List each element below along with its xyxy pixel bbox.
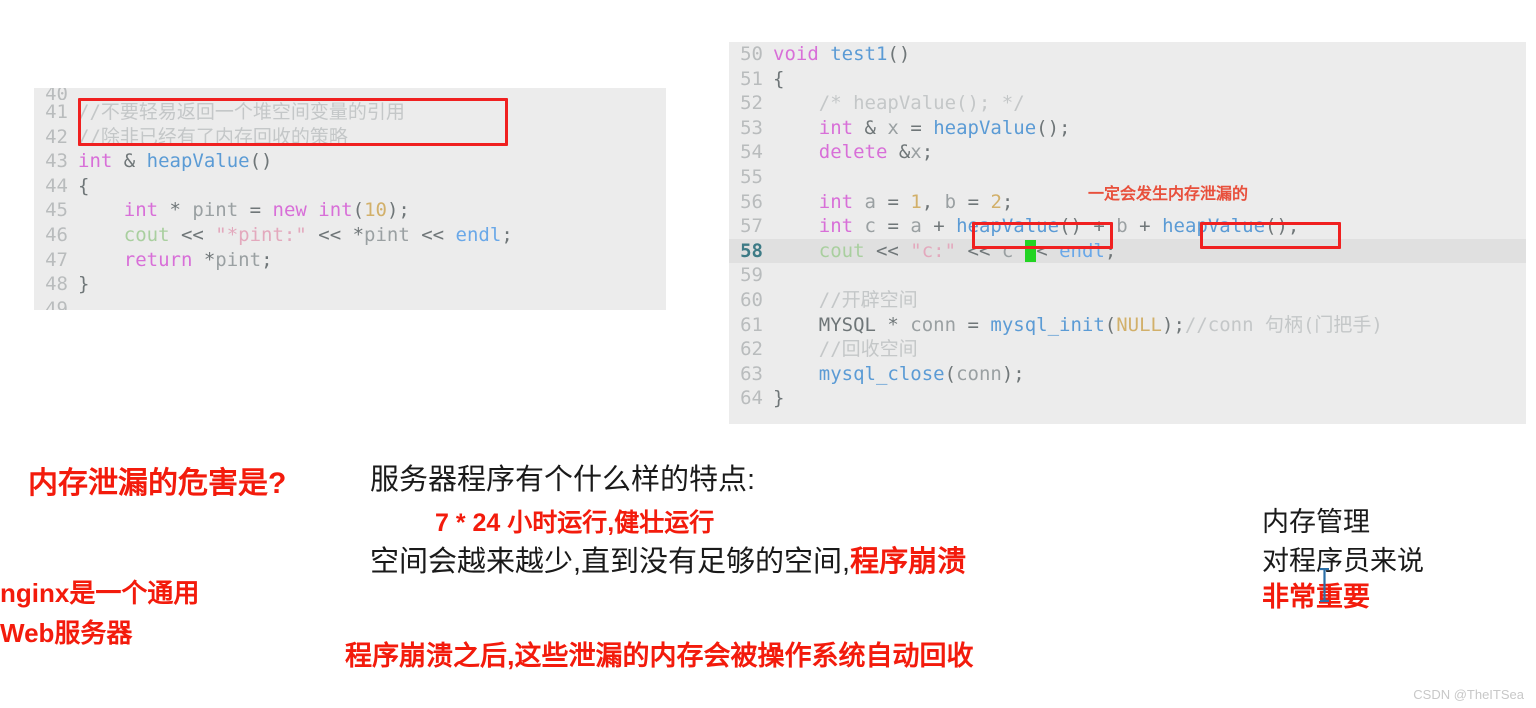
code-line[interactable]: 48 } [34,272,666,297]
code-line[interactable]: 62 //回收空间 [729,337,1526,362]
line-number: 49 [45,297,68,310]
code-line[interactable]: 49 [34,297,666,310]
code-line[interactable]: 52 /* heapValue(); */ [729,91,1526,116]
code-line[interactable]: 64 } [729,386,1526,411]
watermark: CSDN @TheITSea [1413,687,1524,702]
note-server-question: 服务器程序有个什么样的特点: [370,464,756,496]
line-number: 43 [45,150,68,173]
text-cursor-highlight: < [1024,239,1037,262]
line-source: cout << "c:" << c << endl; [818,239,1117,262]
line-number: 58 [740,239,763,262]
line-source: /* heapValue(); */ [773,92,1025,115]
note-memory-mgmt-line3: 非常重要 [1262,582,1370,612]
code-line-active[interactable]: 58 cout << "c:" << c << endl; [729,238,1526,264]
code-line[interactable]: 46 cout << "*pint:" << *pint << endl; [34,223,666,248]
line-number: 51 [740,67,763,90]
code-line[interactable]: 61 MYSQL * conn = mysql_init(NULL);//con… [729,313,1526,338]
line-number: 54 [740,141,763,164]
code-panel-right[interactable]: 50 void test1() 51 { 52 /* heapValue(); … [729,42,1526,424]
code-line[interactable]: 63 mysql_close(conn); [729,362,1526,387]
code-line[interactable]: 50 void test1() [729,42,1526,67]
line-source: return *pint; [123,248,273,271]
code-line[interactable]: 47 return *pint; [34,248,666,273]
note-server-247: 7 * 24 小时运行,健壮运行 [435,509,715,537]
line-source: int c = a + heapValue() + b + heapValue(… [818,215,1300,238]
line-number: 47 [45,248,68,271]
note-server-shrink-plain: 空间会越来越少,直到没有足够的空间, [370,546,851,578]
line-source: int & heapValue() [78,150,273,173]
line-number: 61 [740,313,763,336]
line-number: 48 [45,273,68,296]
line-number: 59 [740,264,763,287]
code-line[interactable]: 44 { [34,174,666,199]
line-number: 60 [740,288,763,311]
line-source: //开辟空间 [773,288,918,311]
line-number: 56 [740,190,763,213]
code-line[interactable]: 51 { [729,67,1526,92]
line-source: int * pint = new int(10); [123,199,410,222]
line-number: 57 [740,215,763,238]
line-source: } [78,273,90,296]
line-number: 46 [45,223,68,246]
line-source: int a = 1, b = 2; [818,190,1014,213]
line-number: 40 [45,88,68,100]
code-line[interactable]: 57 int c = a + heapValue() + b + heapVal… [729,214,1526,239]
memory-leak-annotation: 一定会发生内存泄漏的 [1088,186,1249,203]
line-source: { [78,174,90,197]
code-line[interactable]: 53 int & x = heapValue(); [729,116,1526,141]
line-source: { [773,67,785,90]
line-number: 45 [45,199,68,222]
note-nginx-line2: Web服务器 [0,618,133,648]
code-panel-left[interactable]: 40 41 //不要轻易返回一个堆空间变量的引用 42 //除非已经有了内存回收… [34,88,666,310]
code-line[interactable]: 59 [729,263,1526,288]
code-line[interactable]: 60 //开辟空间 [729,288,1526,313]
line-source: } [773,387,785,410]
line-source: delete &x; [818,141,934,164]
line-number: 53 [740,116,763,139]
line-source: //除非已经有了内存回收的策略 [78,125,348,148]
line-number: 62 [740,338,763,361]
line-number: 50 [740,43,763,65]
code-line[interactable]: 54 delete &x; [729,140,1526,165]
code-line[interactable]: 42 //除非已经有了内存回收的策略 [34,125,666,150]
line-number: 52 [740,92,763,115]
line-number: 42 [45,125,68,148]
line-number: 55 [740,165,763,188]
line-number: 64 [740,387,763,410]
note-server-shrink-red: 程序崩溃 [850,546,967,578]
note-nginx-line1: nginx是一个通用 [0,578,200,608]
line-source: //不要轻易返回一个堆空间变量的引用 [78,101,405,123]
line-number: 41 [45,101,68,123]
note-memory-mgmt-line1: 内存管理 [1262,507,1370,537]
note-server-shrink: 空间会越来越少,直到没有足够的空间,程序崩溃 [370,538,966,580]
note-memory-mgmt-line2: 对程序员来说 [1262,546,1424,576]
line-source: //回收空间 [773,338,918,361]
line-source: mysql_close(conn); [818,362,1025,385]
code-line[interactable]: 45 int * pint = new int(10); [34,198,666,223]
heading-memory-leak-harm: 内存泄漏的危害是? [28,467,287,500]
line-source: cout << "*pint:" << *pint << endl; [123,223,513,246]
code-line[interactable]: 40 [34,88,666,100]
code-line[interactable]: 41 //不要轻易返回一个堆空间变量的引用 [34,100,666,125]
line-number: 44 [45,174,68,197]
line-source: MYSQL * conn = mysql_init(NULL);//conn 句… [818,313,1383,336]
code-line[interactable]: 43 int & heapValue() [34,149,666,174]
line-source: void test1() [773,43,911,65]
note-crash-recycle: 程序崩溃之后,这些泄漏的内存会被操作系统自动回收 [345,641,974,671]
line-source: int & x = heapValue(); [818,116,1071,139]
line-number: 63 [740,362,763,385]
